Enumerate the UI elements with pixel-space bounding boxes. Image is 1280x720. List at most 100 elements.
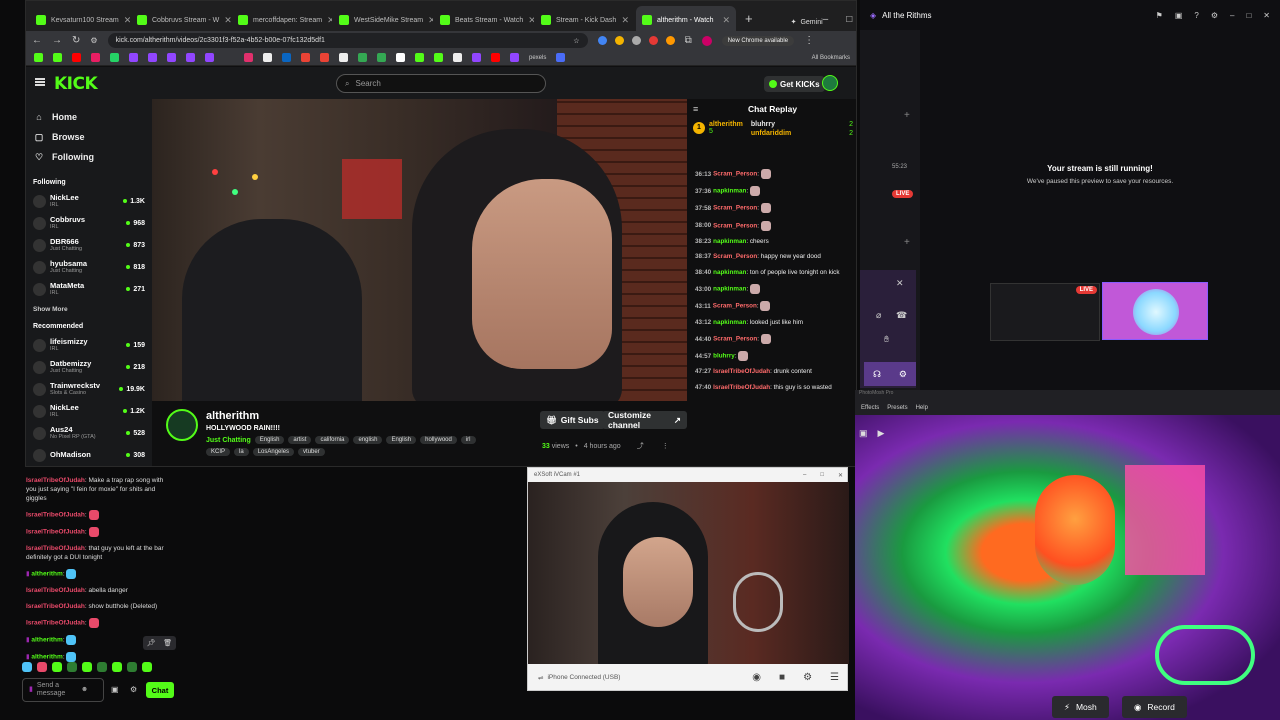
stream-tag[interactable]: hollywood: [420, 436, 457, 444]
address-bar[interactable]: kick.com/altherithm/videos/2c3301f3-f52a…: [107, 33, 588, 48]
profile-icon[interactable]: [701, 35, 712, 46]
emote-icon[interactable]: [97, 662, 107, 672]
browser-tab[interactable]: Stream - Kick Dash ✕: [535, 6, 635, 34]
sidebar-channel[interactable]: MataMeta IRL 271: [33, 278, 145, 300]
stream-tag[interactable]: KCIP: [206, 448, 231, 456]
chat-username[interactable]: napkinman: [713, 238, 746, 245]
extensions-puzzle-icon[interactable]: ⧉: [685, 35, 692, 46]
chat-username[interactable]: IsraelTribeOfJudah: [26, 512, 85, 519]
sidebar-channel[interactable]: Cobbruvs IRL 968: [33, 212, 145, 234]
settings-icon[interactable]: ⚙: [803, 672, 812, 683]
close-icon[interactable]: ✕: [1263, 11, 1270, 20]
extension-icon[interactable]: [648, 36, 658, 45]
stream-tag[interactable]: california: [315, 436, 350, 444]
emote-icon[interactable]: [82, 662, 92, 672]
chat-username[interactable]: Scram_Person: [713, 303, 757, 310]
chat-username[interactable]: IsraelTribeOfJudah: [26, 587, 85, 594]
back-icon[interactable]: ←: [32, 35, 42, 46]
leader-3[interactable]: unfdariddim 2: [751, 130, 853, 137]
sidebar-channel[interactable]: NickLee IRL 1.2K: [33, 400, 145, 422]
mosh-button[interactable]: ⚡︎ Mosh: [1052, 696, 1109, 718]
sidebar-channel[interactable]: DBR666 Just Chatting 873: [33, 234, 145, 256]
delete-icon[interactable]: 🗑︎: [163, 639, 172, 647]
minimize-icon[interactable]: –: [1230, 11, 1234, 20]
more-icon[interactable]: ⋮: [662, 442, 669, 450]
chat-username[interactable]: altherithm: [31, 654, 62, 661]
chat-username[interactable]: Scram_Person: [713, 222, 757, 229]
mute-icon[interactable]: ⌀: [876, 310, 881, 321]
video-player[interactable]: [152, 99, 687, 401]
bookmark-gmail-icon[interactable]: [320, 53, 329, 62]
user-avatar[interactable]: [822, 75, 838, 91]
chat-username[interactable]: IsraelTribeOfJudah: [713, 368, 770, 375]
settings-icon[interactable]: ⚙: [130, 685, 137, 694]
extension-icon[interactable]: [614, 36, 624, 45]
help-icon[interactable]: ?: [1194, 11, 1198, 20]
video-icon[interactable]: ▶: [878, 428, 885, 439]
all-bookmarks[interactable]: All Bookmarks: [812, 55, 850, 61]
gift-icon[interactable]: ▣: [111, 685, 119, 694]
bookmark-kick-icon[interactable]: [34, 53, 43, 62]
record-button[interactable]: ◉ Record: [1122, 696, 1187, 718]
share-icon[interactable]: ⤴: [637, 441, 644, 451]
emote-icon[interactable]: [127, 662, 137, 672]
bookmark-twitch-icon[interactable]: [186, 53, 195, 62]
minimize-icon[interactable]: –: [823, 14, 829, 25]
bookmark-drive-icon[interactable]: [358, 53, 367, 62]
menu-icon[interactable]: ⋮: [804, 35, 814, 46]
maximize-icon[interactable]: □: [820, 472, 824, 479]
stream-tag[interactable]: artist: [288, 436, 312, 444]
gemini-button[interactable]: ✦ Gemini: [791, 18, 823, 27]
add-icon[interactable]: +: [904, 110, 910, 121]
tab-close-icon[interactable]: ✕: [621, 15, 629, 26]
maximize-icon[interactable]: □: [846, 14, 852, 25]
menu-presets[interactable]: Presets: [887, 405, 907, 411]
video-icon[interactable]: ■: [779, 672, 785, 683]
show-more-link[interactable]: Show More: [33, 306, 145, 313]
bookmark-whatsapp-icon[interactable]: [110, 53, 119, 62]
stream-tag[interactable]: vtuber: [298, 448, 325, 456]
bookmark-twitch-icon[interactable]: [205, 53, 214, 62]
bookmark-twitch-icon[interactable]: [167, 53, 176, 62]
bookmark-twitch-icon[interactable]: [129, 53, 138, 62]
nav-following[interactable]: ♡ Following: [33, 147, 145, 167]
kick-logo[interactable]: KICK: [54, 74, 98, 94]
chat-username[interactable]: Scram_Person: [713, 336, 757, 343]
search-input[interactable]: ⌕ Search: [336, 74, 546, 93]
bookmark-kick-icon[interactable]: [434, 53, 443, 62]
chat-username[interactable]: IsraelTribeOfJudah: [26, 529, 85, 536]
emote-icon[interactable]: [52, 662, 62, 672]
browser-tab[interactable]: Beats Stream - Watch✕: [434, 6, 534, 34]
stream-tag[interactable]: English: [386, 436, 417, 444]
sidebar-channel[interactable]: Trainwreckstv Slots & Casino 19.9K: [33, 378, 145, 400]
browser-tab[interactable]: mercoffdapen: Stream✕: [232, 6, 332, 34]
chat-username[interactable]: altherithm: [31, 637, 62, 644]
extension-icon[interactable]: [597, 36, 607, 45]
window-icon[interactable]: ▣: [1175, 11, 1183, 20]
camera-icon[interactable]: ◉: [752, 672, 761, 683]
menu-icon[interactable]: ☰: [830, 672, 839, 683]
bookmark-youtube-icon[interactable]: [72, 53, 81, 62]
tab-close-icon[interactable]: ✕: [528, 15, 534, 26]
emote-icon[interactable]: [22, 662, 32, 672]
bookmark-kick-icon[interactable]: [53, 53, 62, 62]
menu-help[interactable]: Help: [916, 405, 928, 411]
emote-icon[interactable]: [67, 662, 77, 672]
bookmark-twitch-icon[interactable]: [510, 53, 519, 62]
sidebar-channel[interactable]: lifeismizzy IRL 159: [33, 334, 145, 356]
bookmark-x-icon[interactable]: [263, 53, 272, 62]
bookmark-instagram-icon[interactable]: [244, 53, 253, 62]
stream-tag[interactable]: English: [254, 436, 285, 444]
sidebar-channel[interactable]: OhMadison 308: [33, 444, 145, 466]
preview-thumbnail[interactable]: LIVE: [990, 283, 1100, 341]
stream-tag[interactable]: la: [234, 448, 249, 456]
minimize-icon[interactable]: –: [803, 472, 806, 479]
chat-username[interactable]: Scram_Person: [713, 205, 757, 212]
nav-home[interactable]: ⌂ Home: [33, 107, 145, 127]
stream-tag[interactable]: irl: [460, 436, 476, 444]
sidebar-channel[interactable]: hyubsama Just Chatting 818: [33, 256, 145, 278]
hamburger-icon[interactable]: [35, 78, 45, 86]
chat-username[interactable]: napkinman: [713, 269, 746, 276]
bookmark-pexels[interactable]: pexels: [529, 55, 546, 61]
bookmark-twitch-icon[interactable]: [472, 53, 481, 62]
